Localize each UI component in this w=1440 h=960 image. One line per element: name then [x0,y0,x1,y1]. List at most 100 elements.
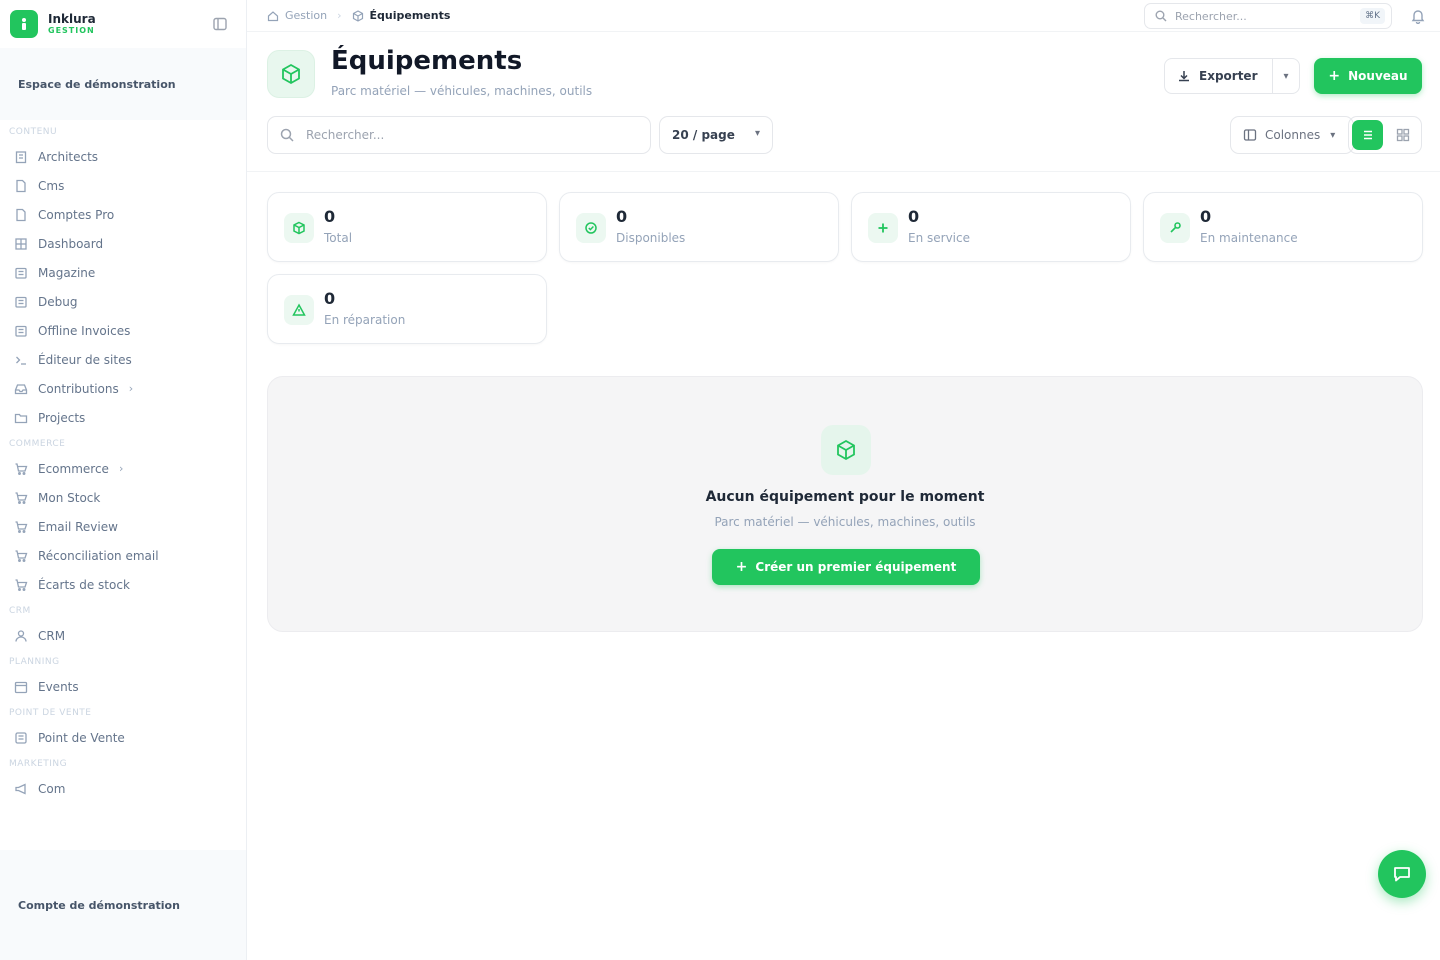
sidebar-item-mon-stock[interactable]: Mon Stock [0,483,246,512]
export-dropdown-chevron-icon[interactable]: ▾ [1273,71,1299,82]
newspaper-icon [14,266,28,280]
sidebar-collapse-icon[interactable] [212,16,228,32]
chevron-right-icon: › [118,462,124,475]
stat-card: 0 En service [851,192,1131,262]
list-toolbar: Rechercher... 20 / page ▾ Colonnes ▾ [247,116,1440,172]
breadcrumb-item-current: Équipements [369,9,451,22]
stat-label: En maintenance [1200,231,1298,245]
sidebar-item-cms[interactable]: Cms [0,171,246,200]
sidebar-item-label: Dashboard [38,236,104,251]
cart-icon [14,549,28,563]
nav-section-title: CRM [9,606,31,616]
sidebar-item-architects[interactable]: Architects [0,142,246,171]
sidebar-item-projects[interactable]: Projects [0,403,246,432]
sidebar-item-crm[interactable]: CRM [0,621,246,650]
empty-state-subtitle: Parc matériel — véhicules, machines, out… [714,515,976,529]
brand[interactable]: Inklura GESTION [0,0,246,48]
sidebar-item-label: Architects [38,149,99,164]
sidebar-item-email-review[interactable]: Email Review [0,512,246,541]
sidebar-item-debug[interactable]: Debug [0,287,246,316]
export-button[interactable]: Exporter [1165,59,1273,93]
columns-label: Colonnes [1265,128,1321,142]
stat-value: 0 [908,207,920,226]
stat-card: 0 Total [267,192,547,262]
columns-icon [1243,128,1257,142]
stat-value: 0 [616,207,628,226]
sidebar-item-label: Projects [38,410,86,425]
sidebar-item-label: Éditeur de sites [38,352,132,367]
equipment-search-input[interactable]: Rechercher... [267,116,651,154]
activity-icon [868,213,898,243]
empty-state-title: Aucun équipement pour le moment [705,489,985,505]
new-equipment-button[interactable]: + Nouveau [1314,58,1422,94]
sidebar-item-reconciliation-email[interactable]: Réconciliation email [0,541,246,570]
breadcrumb: Gestion › Équipements [267,9,450,22]
equipment-box-icon [267,50,315,98]
workspace-switcher[interactable]: Espace de démonstration [0,48,246,120]
sidebar-nav: CONTENU Architects Cms Comptes Pro Dashboard… [0,120,246,803]
list-view-icon[interactable] [1352,120,1383,150]
sidebar-item-editeur-de-sites[interactable]: Éditeur de sites [0,345,246,374]
wrench-icon [1160,213,1190,243]
sidebar-item-label: Debug [38,294,78,309]
folder-icon [14,411,28,425]
columns-button[interactable]: Colonnes ▾ [1230,116,1354,154]
cart-icon [14,520,28,534]
new-button-label: Nouveau [1348,69,1408,83]
sidebar-item-point-de-vente[interactable]: Point de Vente [0,723,246,752]
per-page-select[interactable]: 20 / page ▾ [659,116,773,154]
sidebar-item-magazine[interactable]: Magazine [0,258,246,287]
sidebar-item-comptes-pro[interactable]: Comptes Pro [0,200,246,229]
plus-icon: + [1328,68,1341,84]
nav-section-title: COMMERCE [9,439,66,449]
sidebar-item-dashboard[interactable]: Dashboard [0,229,246,258]
page-subtitle: Parc matériel — véhicules, machines, out… [331,84,593,98]
global-search-input[interactable]: Rechercher... ⌘K [1144,3,1392,29]
global-search-placeholder: Rechercher... [1175,9,1247,23]
account-switcher[interactable]: Compte de démonstration [0,850,246,960]
sidebar-item-label: Ecommerce [38,461,109,476]
sidebar-item-ecarts-de-stock[interactable]: Écarts de stock [0,570,246,599]
box-icon [352,9,364,22]
breadcrumb-item-gestion[interactable]: Gestion [285,9,327,22]
sidebar-item-label: Com [38,781,66,796]
search-shortcut-badge: ⌘K [1360,8,1385,24]
sidebar-item-offline-invoices[interactable]: Offline Invoices [0,316,246,345]
newspaper-icon [14,295,28,309]
search-icon [280,128,294,142]
calendar-icon [14,680,28,694]
create-first-equipment-label: Créer un premier équipement [755,560,957,574]
nav-section-title: POINT DE VENTE [9,708,92,718]
stat-label: Disponibles [616,231,686,245]
stat-label: En réparation [324,313,406,327]
per-page-value: 20 / page [672,128,735,142]
cart-icon [14,491,28,505]
sidebar-item-label: Offline Invoices [38,323,131,338]
stat-value: 0 [324,207,336,226]
chat-bubble-icon[interactable] [1378,850,1426,898]
plus-icon: + [735,559,748,575]
sidebar-item-events[interactable]: Events [0,672,246,701]
notifications-bell-icon[interactable] [1410,8,1426,24]
newspaper-icon [14,324,28,338]
chevron-right-icon: › [128,382,134,395]
sidebar-item-ecommerce[interactable]: Ecommerce › [0,454,246,483]
chevron-down-icon: ▾ [1330,129,1336,141]
sidebar-item-contributions[interactable]: Contributions › [0,374,246,403]
stat-card: 0 En réparation [267,274,547,344]
building-icon [14,150,28,164]
brand-subtitle: GESTION [48,26,95,35]
grid-view-icon[interactable] [1387,120,1418,150]
sidebar-item-label: Comptes Pro [38,207,115,222]
create-first-equipment-button[interactable]: + Créer un premier équipement [712,549,980,585]
view-toggle [1348,116,1422,154]
page-title: Équipements [331,46,523,76]
sidebar-item-label: Cms [38,178,65,193]
box-icon [284,213,314,243]
sidebar-item-com[interactable]: Com [0,774,246,803]
equipment-search-placeholder: Rechercher... [306,128,385,142]
megaphone-icon [14,782,28,796]
stat-value: 0 [1200,207,1212,226]
sidebar-item-label: Écarts de stock [38,577,130,592]
alert-icon [284,295,314,325]
